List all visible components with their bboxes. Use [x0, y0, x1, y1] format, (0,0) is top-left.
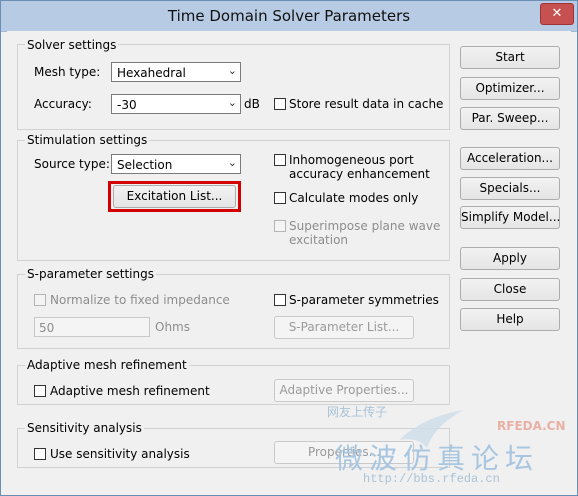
stimulation-settings-title: Stimulation settings [25, 133, 150, 147]
dialog-window: Time Domain Solver Parameters ✕ Solver s… [0, 0, 578, 496]
normalize-impedance-label: Normalize to fixed impedance [50, 293, 230, 307]
source-type-select[interactable]: Selection ⌄ [111, 154, 241, 174]
simplify-model-button[interactable]: Simplify Model... [460, 206, 560, 229]
chevron-down-icon: ⌄ [227, 64, 237, 77]
superimpose-plane-wave-label-line1: Superimpose plane wave [289, 219, 441, 233]
close-window-icon[interactable]: ✕ [540, 3, 574, 25]
inhomogeneous-port-label-line2: accuracy enhancement [289, 167, 430, 181]
store-cache-checkbox[interactable] [274, 98, 286, 110]
impedance-input[interactable]: 50 [34, 317, 150, 337]
adaptive-properties-button[interactable]: Adaptive Properties... [274, 379, 414, 402]
acceleration-button[interactable]: Acceleration... [460, 147, 560, 170]
sensitivity-properties-button[interactable]: Properties... [274, 441, 414, 464]
impedance-value: 50 [39, 321, 55, 335]
dialog-client: Solver settings Mesh type: Hexahedral ⌄ … [7, 31, 571, 489]
mesh-type-select[interactable]: Hexahedral ⌄ [111, 62, 241, 82]
par-sweep-button[interactable]: Par. Sweep... [460, 107, 560, 130]
calculate-modes-checkbox[interactable] [274, 192, 286, 204]
accuracy-select[interactable]: -30 ⌄ [111, 94, 241, 114]
mesh-type-label: Mesh type: [34, 65, 101, 79]
accuracy-label: Accuracy: [34, 97, 92, 111]
window-title: Time Domain Solver Parameters [167, 7, 411, 25]
sensitivity-title: Sensitivity analysis [25, 421, 144, 435]
normalize-impedance-checkbox[interactable] [34, 294, 46, 306]
sensitivity-checkbox[interactable] [34, 448, 46, 460]
calculate-modes-label: Calculate modes only [289, 191, 419, 205]
superimpose-plane-wave-label-line2: excitation [289, 233, 349, 247]
sensitivity-label: Use sensitivity analysis [50, 447, 190, 461]
sparameter-symmetries-checkbox[interactable] [274, 294, 286, 306]
watermark-uploader: 网友上传子 [327, 405, 388, 419]
solver-settings-title: Solver settings [25, 38, 119, 52]
help-button[interactable]: Help [460, 308, 560, 331]
watermark-url: http://bbs.rfeda.cn [363, 472, 500, 486]
optimizer-button[interactable]: Optimizer... [460, 77, 560, 100]
specials-button[interactable]: Specials... [460, 177, 560, 200]
source-type-label: Source type: [34, 157, 110, 171]
store-cache-label: Store result data in cache [289, 97, 444, 111]
sparameter-symmetries-label: S-parameter symmetries [289, 293, 439, 307]
excitation-list-button[interactable]: Excitation List... [113, 185, 236, 208]
solver-settings-group [17, 44, 450, 130]
mesh-type-value: Hexahedral [117, 66, 186, 80]
impedance-unit: Ohms [155, 320, 190, 334]
accuracy-value: -30 [117, 98, 137, 112]
sparameter-list-button[interactable]: S-Parameter List... [274, 316, 414, 339]
adaptive-mesh-label: Adaptive mesh refinement [50, 384, 210, 398]
superimpose-plane-wave-checkbox[interactable] [274, 220, 286, 232]
adaptive-mesh-title: Adaptive mesh refinement [25, 358, 189, 372]
adaptive-mesh-checkbox[interactable] [34, 385, 46, 397]
apply-button[interactable]: Apply [460, 247, 560, 270]
chevron-down-icon: ⌄ [227, 156, 237, 169]
inhomogeneous-port-checkbox[interactable] [274, 154, 286, 166]
accuracy-unit: dB [244, 97, 260, 111]
close-button[interactable]: Close [460, 278, 560, 301]
chevron-down-icon: ⌄ [227, 96, 237, 109]
title-bar[interactable]: Time Domain Solver Parameters ✕ [1, 1, 577, 32]
source-type-value: Selection [117, 158, 173, 172]
watermark-brand: RFEDA.CN [497, 419, 566, 433]
sparameter-settings-title: S-parameter settings [25, 267, 156, 281]
start-button[interactable]: Start [460, 46, 560, 69]
inhomogeneous-port-label-line1: Inhomogeneous port [289, 153, 414, 167]
